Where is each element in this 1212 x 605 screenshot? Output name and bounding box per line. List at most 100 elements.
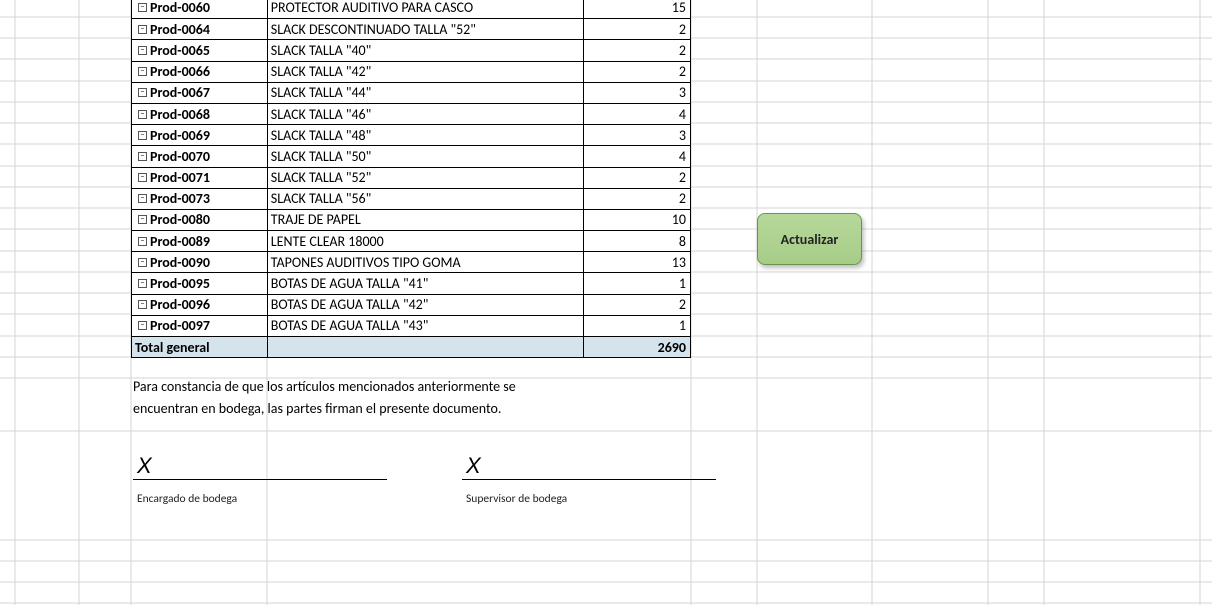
table-row[interactable]: −Prod-0070SLACK TALLA "50"4 (132, 145, 690, 166)
product-desc-cell[interactable]: LENTE CLEAR 18000 (268, 231, 584, 251)
product-desc-cell[interactable]: BOTAS DE AGUA TALLA "41" (268, 273, 584, 293)
product-desc-cell[interactable]: SLACK TALLA "40" (268, 40, 584, 60)
product-desc-cell[interactable]: BOTAS DE AGUA TALLA "42" (268, 295, 584, 315)
product-qty-cell[interactable]: 10 (584, 210, 690, 230)
product-code-cell[interactable]: −Prod-0066 (132, 62, 268, 82)
product-qty-cell[interactable]: 2 (584, 62, 690, 82)
product-code: Prod-0080 (150, 211, 210, 228)
product-code-cell[interactable]: −Prod-0064 (132, 19, 268, 39)
table-row[interactable]: −Prod-0089LENTE CLEAR 18000 8 (132, 230, 690, 251)
product-qty-cell[interactable]: 15 (584, 0, 690, 18)
product-desc-cell[interactable]: SLACK TALLA "42" (268, 62, 584, 82)
collapse-icon[interactable]: − (138, 321, 147, 330)
product-desc-cell[interactable]: SLACK TALLA "48" (268, 125, 584, 145)
table-row[interactable]: −Prod-0069SLACK TALLA "48"3 (132, 124, 690, 145)
product-code-cell[interactable]: −Prod-0060 (132, 0, 268, 18)
product-qty-cell[interactable]: 13 (584, 252, 690, 272)
product-code-cell[interactable]: −Prod-0089 (132, 231, 268, 251)
items-table[interactable]: −Prod-0060PROTECTOR AUDITIVO PARA CASCO 1… (131, 0, 691, 358)
product-code: Prod-0068 (150, 106, 210, 123)
product-qty: 2 (679, 63, 686, 80)
table-row[interactable]: −Prod-0065SLACK TALLA "40"2 (132, 39, 690, 60)
product-desc-cell[interactable]: SLACK TALLA "50" (268, 146, 584, 166)
product-desc: BOTAS DE AGUA TALLA "41" (271, 275, 429, 292)
product-desc-cell[interactable]: TRAJE DE PAPEL (268, 210, 584, 230)
product-qty-cell[interactable]: 2 (584, 40, 690, 60)
actualizar-button[interactable]: Actualizar (757, 213, 862, 265)
collapse-icon[interactable]: − (138, 300, 147, 309)
product-desc: SLACK TALLA "42" (271, 63, 372, 80)
product-qty-cell[interactable]: 2 (584, 168, 690, 188)
product-code-cell[interactable]: −Prod-0067 (132, 83, 268, 103)
collapse-icon[interactable]: − (138, 194, 147, 203)
product-qty-cell[interactable]: 4 (584, 104, 690, 124)
product-qty: 4 (679, 106, 686, 123)
product-qty-cell[interactable]: 4 (584, 146, 690, 166)
product-code-cell[interactable]: −Prod-0065 (132, 40, 268, 60)
product-desc-cell[interactable]: SLACK TALLA "56" (268, 189, 584, 209)
product-desc-cell[interactable]: PROTECTOR AUDITIVO PARA CASCO (268, 0, 584, 18)
note-line-2: encuentran en bodega, las partes firman … (133, 398, 693, 420)
product-qty-cell[interactable]: 3 (584, 83, 690, 103)
product-desc-cell[interactable]: SLACK TALLA "52" (268, 168, 584, 188)
product-code-cell[interactable]: −Prod-0097 (132, 316, 268, 336)
product-code-cell[interactable]: −Prod-0071 (132, 168, 268, 188)
table-row[interactable]: −Prod-0066SLACK TALLA "42" 2 (132, 61, 690, 82)
collapse-icon[interactable]: − (138, 3, 147, 12)
product-code: Prod-0090 (150, 254, 210, 271)
collapse-icon[interactable]: − (138, 25, 147, 34)
collapse-icon[interactable]: − (138, 46, 147, 55)
table-row[interactable]: −Prod-0090TAPONES AUDITIVOS TIPO GOMA13 (132, 251, 690, 272)
collapse-icon[interactable]: − (138, 279, 147, 288)
table-row[interactable]: −Prod-0080TRAJE DE PAPEL10 (132, 209, 690, 230)
product-desc-cell[interactable]: SLACK TALLA "46" (268, 104, 584, 124)
product-desc-cell[interactable]: TAPONES AUDITIVOS TIPO GOMA (268, 252, 584, 272)
collapse-icon[interactable]: − (138, 131, 147, 140)
collapse-icon[interactable]: − (138, 237, 147, 246)
total-row[interactable]: Total general2690 (132, 336, 690, 357)
product-desc: LENTE CLEAR 18000 (271, 233, 384, 250)
product-code: Prod-0096 (150, 296, 210, 313)
product-code-cell[interactable]: −Prod-0090 (132, 252, 268, 272)
collapse-icon[interactable]: − (138, 67, 147, 76)
product-code-cell[interactable]: −Prod-0068 (132, 104, 268, 124)
product-code-cell[interactable]: −Prod-0073 (132, 189, 268, 209)
product-code-cell[interactable]: −Prod-0070 (132, 146, 268, 166)
product-qty-cell[interactable]: 2 (584, 295, 690, 315)
signature-x-mark: X (462, 453, 716, 480)
product-qty-cell[interactable]: 8 (584, 231, 690, 251)
table-row[interactable]: −Prod-0060PROTECTOR AUDITIVO PARA CASCO 1… (132, 0, 690, 18)
product-qty-cell[interactable]: 2 (584, 189, 690, 209)
product-qty: 2 (679, 190, 686, 207)
product-qty-cell[interactable]: 1 (584, 316, 690, 336)
collapse-icon[interactable]: − (138, 152, 147, 161)
table-row[interactable]: −Prod-0064SLACK DESCONTINUADO TALLA "52"… (132, 18, 690, 39)
product-qty: 15 (672, 0, 686, 16)
product-code-cell[interactable]: −Prod-0080 (132, 210, 268, 230)
product-code: Prod-0069 (150, 127, 210, 144)
collapse-icon[interactable]: − (138, 173, 147, 182)
table-row[interactable]: −Prod-0071SLACK TALLA "52"2 (132, 167, 690, 188)
product-desc-cell[interactable]: SLACK DESCONTINUADO TALLA "52" (268, 19, 584, 39)
product-desc-cell[interactable]: SLACK TALLA "44" (268, 83, 584, 103)
product-qty-cell[interactable]: 2 (584, 19, 690, 39)
collapse-icon[interactable]: − (138, 215, 147, 224)
table-row[interactable]: −Prod-0068SLACK TALLA "46"4 (132, 103, 690, 124)
collapse-icon[interactable]: − (138, 110, 147, 119)
product-desc: PROTECTOR AUDITIVO PARA CASCO (271, 0, 473, 16)
table-row[interactable]: −Prod-0097BOTAS DE AGUA TALLA "43"1 (132, 315, 690, 336)
total-empty-cell (268, 337, 584, 357)
table-row[interactable]: −Prod-0067SLACK TALLA "44"3 (132, 82, 690, 103)
collapse-icon[interactable]: − (138, 88, 147, 97)
product-code-cell[interactable]: −Prod-0095 (132, 273, 268, 293)
table-row[interactable]: −Prod-0096BOTAS DE AGUA TALLA "42"2 (132, 294, 690, 315)
product-code-cell[interactable]: −Prod-0069 (132, 125, 268, 145)
product-desc-cell[interactable]: BOTAS DE AGUA TALLA "43" (268, 316, 584, 336)
product-desc: SLACK TALLA "48" (271, 127, 372, 144)
product-qty-cell[interactable]: 3 (584, 125, 690, 145)
product-code-cell[interactable]: −Prod-0096 (132, 295, 268, 315)
table-row[interactable]: −Prod-0073SLACK TALLA "56" 2 (132, 188, 690, 209)
table-row[interactable]: −Prod-0095BOTAS DE AGUA TALLA "41" 1 (132, 272, 690, 293)
collapse-icon[interactable]: − (138, 258, 147, 267)
product-qty-cell[interactable]: 1 (584, 273, 690, 293)
